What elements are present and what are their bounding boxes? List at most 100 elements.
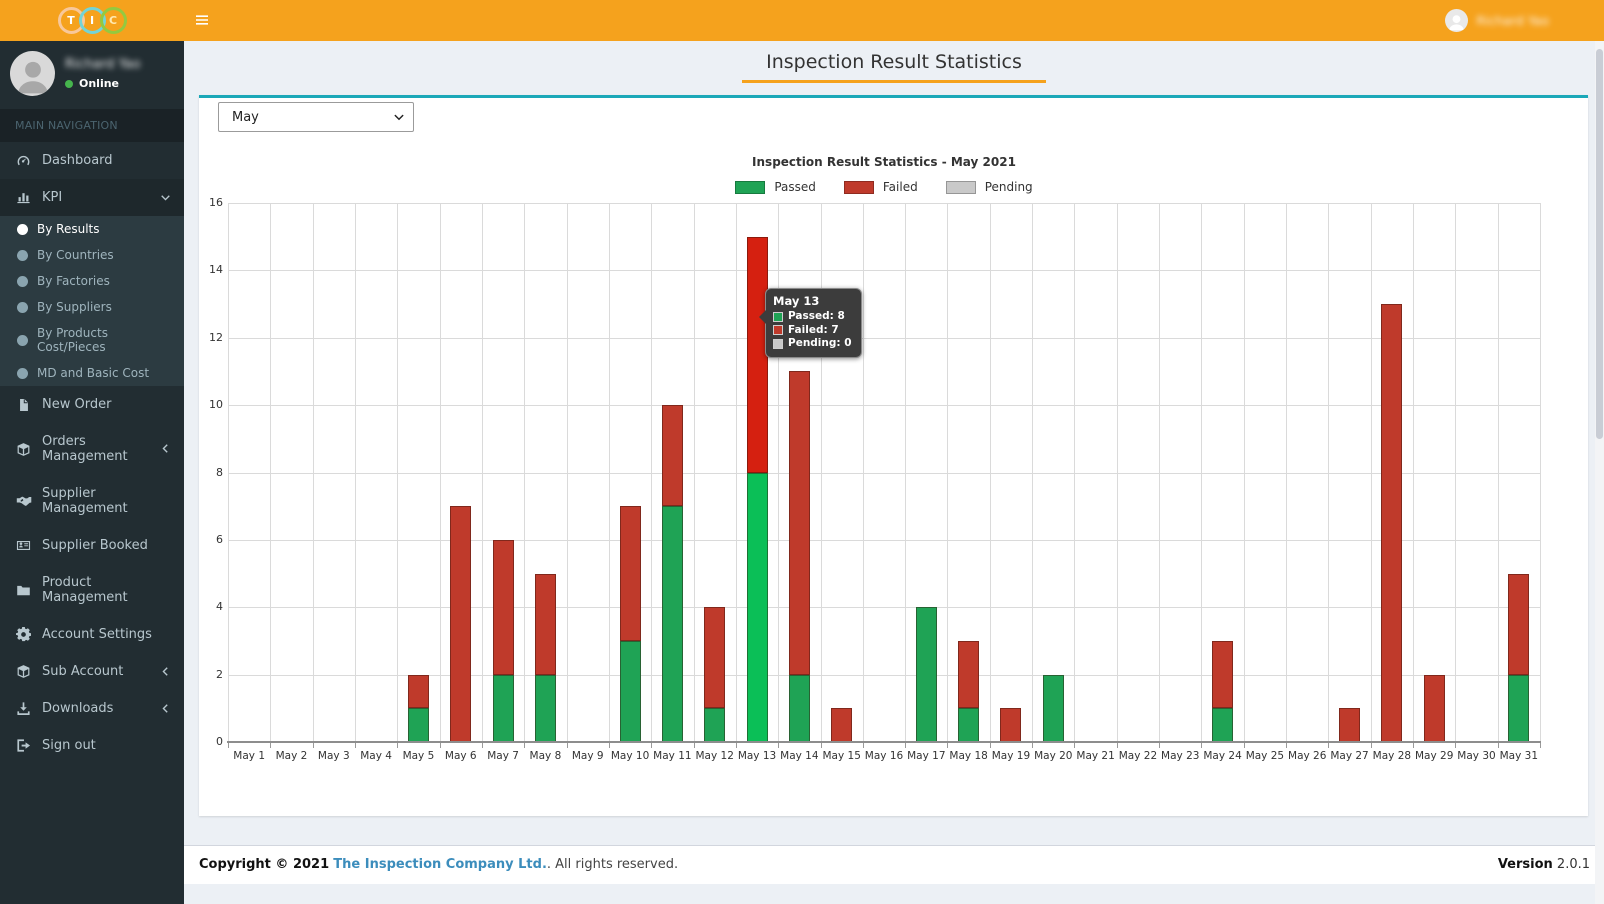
sidebar-item-label: Account Settings (42, 627, 152, 642)
legend-swatch-failed (844, 181, 874, 194)
chevron-left-icon (160, 703, 171, 714)
bar-segment-failed-may-29[interactable] (1424, 675, 1445, 742)
y-axis-tick-label: 12 (201, 331, 223, 344)
sidebar-item-sign-out[interactable]: Sign out (0, 727, 184, 764)
gridline-v (947, 203, 948, 742)
user-menu[interactable]: Richard Yao (1445, 9, 1549, 32)
x-axis-tick (1244, 743, 1245, 748)
footer-company-link[interactable]: The Inspection Company Ltd. (333, 857, 547, 872)
gridline-v (1244, 203, 1245, 742)
chart-tooltip: May 13 Passed: 8 Failed: 7 Pending: 0 (765, 288, 862, 358)
bar-segment-failed-may-13[interactable] (747, 237, 768, 473)
sidebar-item-account-settings[interactable]: Account Settings (0, 616, 184, 653)
sidebar-item-dashboard[interactable]: Dashboard (0, 142, 184, 179)
bar-segment-failed-may-14[interactable] (789, 371, 810, 674)
gridline-v (440, 203, 441, 742)
bar-segment-failed-may-10[interactable] (620, 506, 641, 641)
bar-segment-passed-may-20[interactable] (1043, 675, 1064, 742)
bar-segment-passed-may-12[interactable] (704, 708, 725, 742)
sidebar-subitem-label: By Countries (37, 248, 114, 262)
x-axis-tick-label: May 9 (567, 750, 609, 762)
bar-segment-passed-may-24[interactable] (1212, 708, 1233, 742)
footer: Copyright © 2021 The Inspection Company … (184, 845, 1604, 884)
plot-area[interactable] (228, 203, 1540, 742)
sidebar-subitem-by-products-cost-pieces[interactable]: By Products Cost/Pieces (0, 320, 184, 360)
bar-segment-passed-may-31[interactable] (1508, 675, 1529, 742)
x-axis-tick (778, 743, 779, 748)
x-axis-tick (609, 743, 610, 748)
bar-segment-passed-may-13[interactable] (747, 473, 768, 743)
bar-segment-passed-may-7[interactable] (493, 675, 514, 742)
sidebar-subitem-by-suppliers[interactable]: By Suppliers (0, 294, 184, 320)
sidebar-subitem-by-factories[interactable]: By Factories (0, 268, 184, 294)
gridline-v (482, 203, 483, 742)
bar-segment-failed-may-31[interactable] (1508, 574, 1529, 675)
x-axis-tick (1074, 743, 1075, 748)
gridline-v (313, 203, 314, 742)
sidebar-item-label: KPI (42, 190, 62, 205)
online-status-label: Online (79, 77, 119, 90)
bar-segment-failed-may-11[interactable] (662, 405, 683, 506)
bar-segment-passed-may-11[interactable] (662, 506, 683, 742)
x-axis-tick-label: May 17 (905, 750, 947, 762)
bar-segment-failed-may-6[interactable] (450, 506, 471, 742)
gridline-h (228, 405, 1540, 406)
gridline-v (778, 203, 779, 742)
sidebar-item-supplier-booked[interactable]: Supplier Booked (0, 527, 184, 564)
gridline-v (1117, 203, 1118, 742)
x-axis-tick (1498, 743, 1499, 748)
y-axis-tick-label: 6 (201, 533, 223, 546)
x-axis-tick (440, 743, 441, 748)
bar-segment-passed-may-14[interactable] (789, 675, 810, 742)
chevron-left-icon (160, 666, 171, 677)
bar-segment-passed-may-8[interactable] (535, 675, 556, 742)
online-status-icon (65, 80, 73, 88)
sidebar-toggle-button[interactable] (193, 12, 211, 28)
bar-segment-failed-may-8[interactable] (535, 574, 556, 675)
bar-segment-passed-may-10[interactable] (620, 641, 641, 742)
sidebar-subitem-by-countries[interactable]: By Countries (0, 242, 184, 268)
bar-segment-failed-may-19[interactable] (1000, 708, 1021, 742)
bar-segment-failed-may-12[interactable] (704, 607, 725, 708)
bar-segment-failed-may-7[interactable] (493, 540, 514, 675)
footer-copyright-rest: . All rights reserved. (547, 857, 678, 872)
sidebar-item-label: Dashboard (42, 153, 113, 168)
x-axis-tick (821, 743, 822, 748)
gridline-v (821, 203, 822, 742)
gridline-v (1498, 203, 1499, 742)
x-axis-tick-label: May 24 (1201, 750, 1243, 762)
bar-segment-failed-may-5[interactable] (408, 675, 429, 709)
gridline-v (1201, 203, 1202, 742)
tooltip-row-passed: Passed: 8 (773, 310, 852, 324)
bar-segment-passed-may-18[interactable] (958, 708, 979, 742)
sidebar-subitem-by-results[interactable]: By Results (0, 216, 184, 242)
gridline-v (1032, 203, 1033, 742)
tooltip-swatch-failed (773, 325, 783, 335)
x-axis-tick-label: May 20 (1032, 750, 1074, 762)
bar-segment-failed-may-24[interactable] (1212, 641, 1233, 708)
legend-swatch-pending (946, 181, 976, 194)
sidebar-item-downloads[interactable]: Downloads (0, 690, 184, 727)
bar-segment-passed-may-17[interactable] (916, 607, 937, 742)
circle-icon (17, 276, 28, 287)
sidebar-item-new-order[interactable]: New Order (0, 386, 184, 423)
sidebar-item-kpi[interactable]: KPI (0, 179, 184, 216)
sidebar-item-sub-account[interactable]: Sub Account (0, 653, 184, 690)
hamburger-icon (193, 12, 211, 28)
x-axis-tick (1455, 743, 1456, 748)
bar-segment-failed-may-28[interactable] (1381, 304, 1402, 742)
bar-segment-failed-may-18[interactable] (958, 641, 979, 708)
bar-segment-failed-may-27[interactable] (1339, 708, 1360, 742)
bar-segment-passed-may-5[interactable] (408, 708, 429, 742)
x-axis-tick (482, 743, 483, 748)
x-axis-tick (1540, 743, 1541, 748)
bar-segment-failed-may-15[interactable] (831, 708, 852, 742)
user-status: Online (65, 77, 141, 90)
scrollbar-thumb[interactable] (1596, 49, 1603, 439)
sidebar-subitem-md-and-basic-cost[interactable]: MD and Basic Cost (0, 360, 184, 386)
sidebar-item-product-management[interactable]: Product Management (0, 564, 184, 616)
circle-icon (17, 335, 28, 346)
sidebar-item-orders-management[interactable]: Orders Management (0, 423, 184, 475)
sidebar-item-supplier-management[interactable]: Supplier Management (0, 475, 184, 527)
month-select[interactable]: May (218, 102, 414, 132)
